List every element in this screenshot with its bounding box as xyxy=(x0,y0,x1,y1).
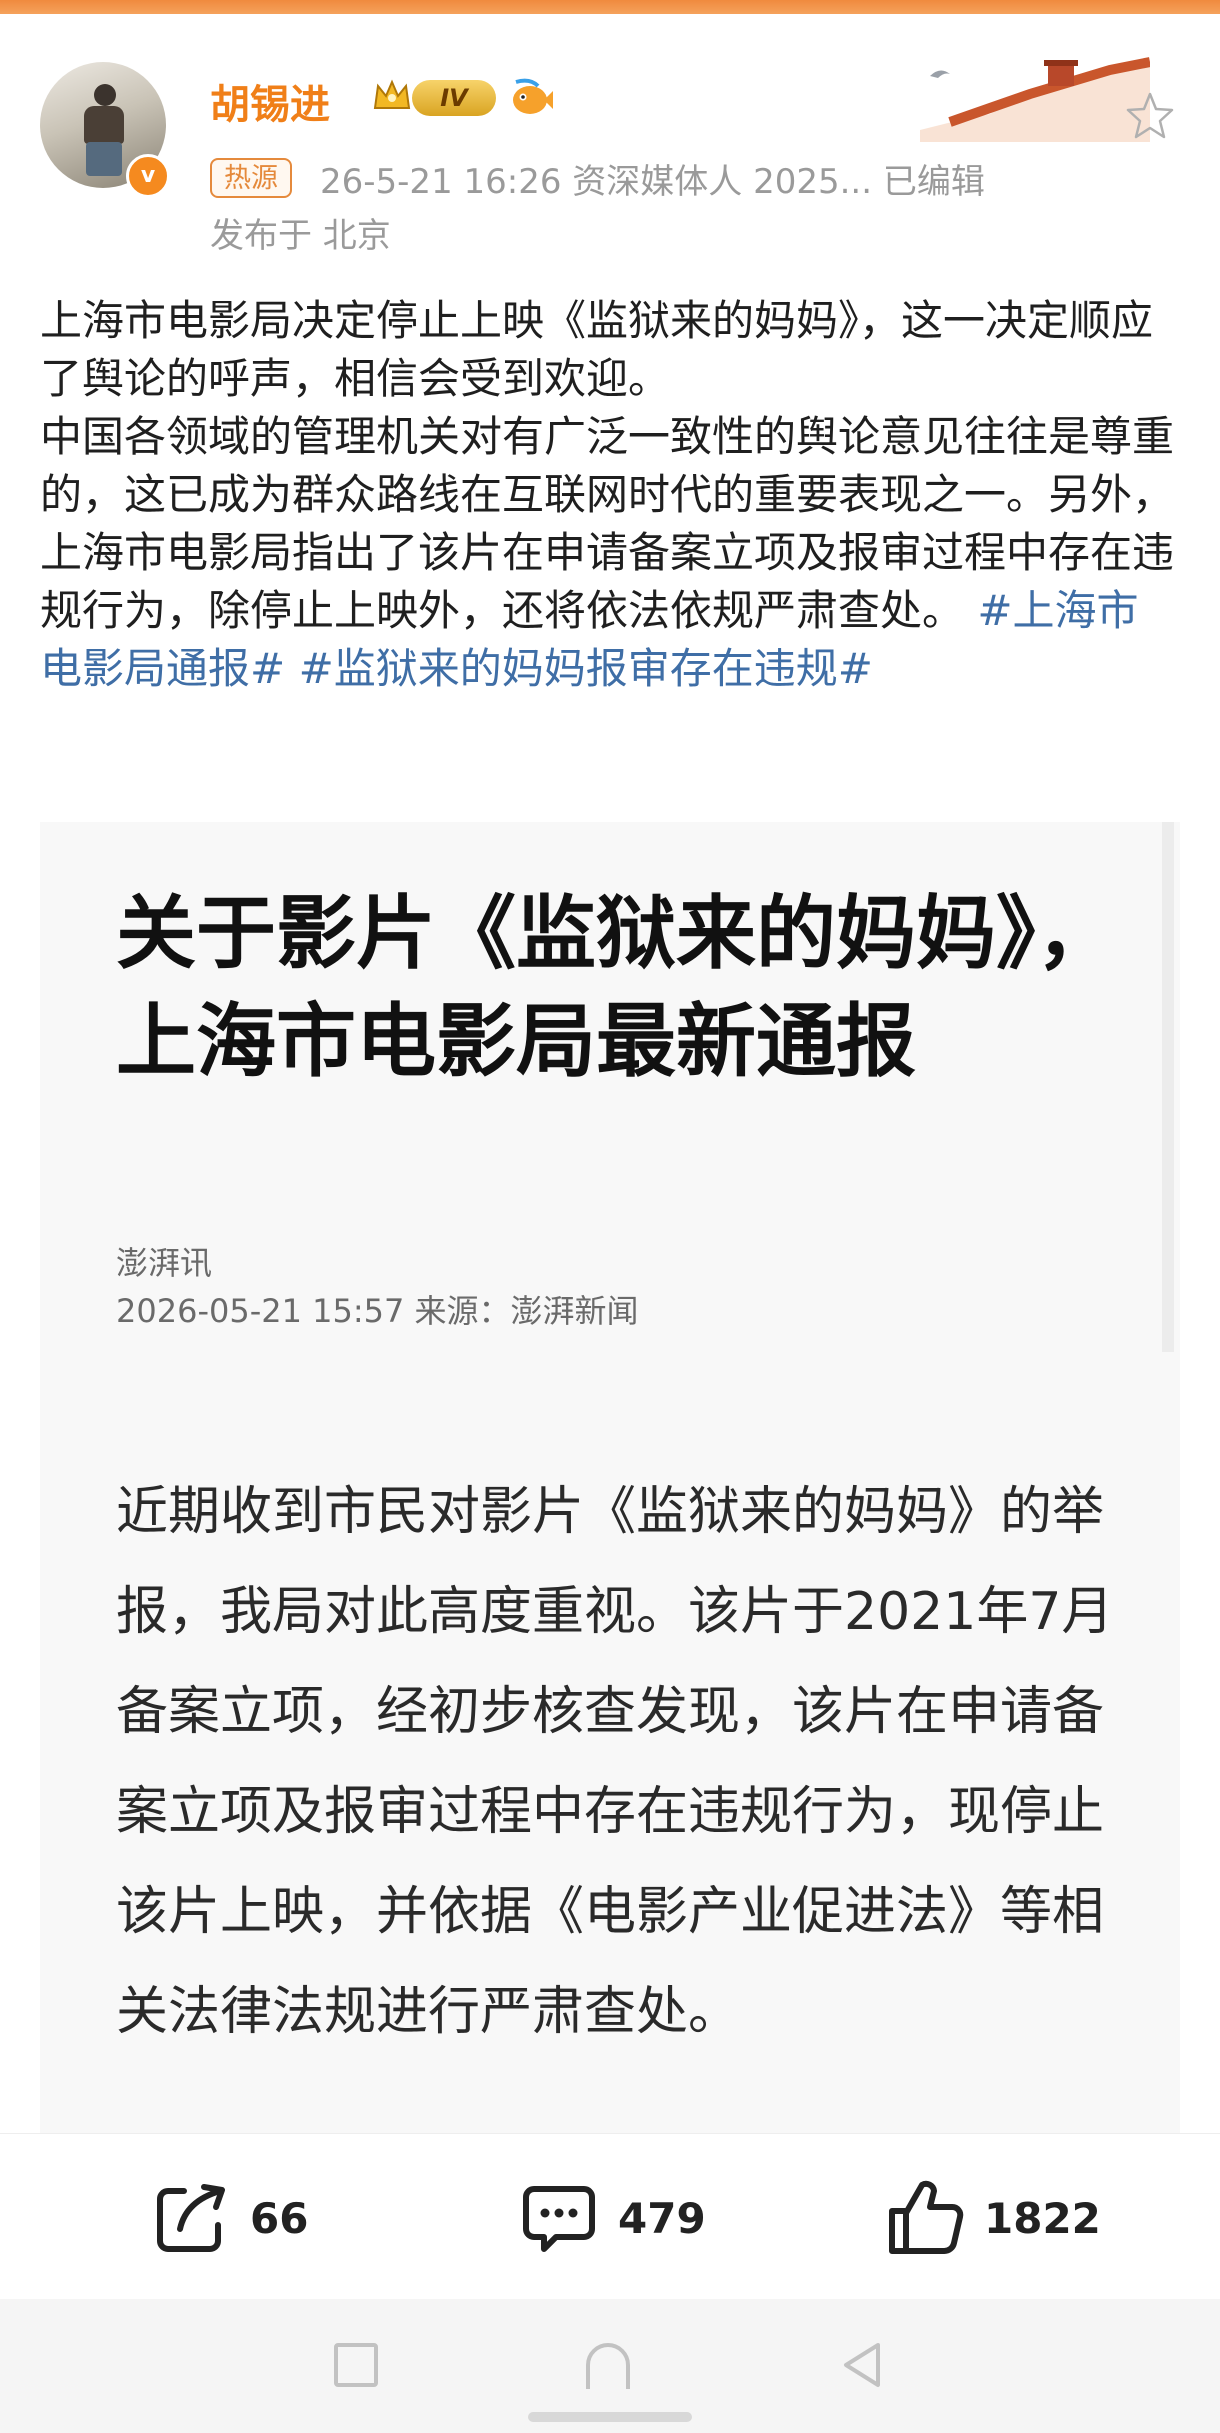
home-icon[interactable] xyxy=(578,2335,638,2395)
avatar-figure-body xyxy=(84,106,124,144)
verified-icon: v xyxy=(126,154,170,198)
hot-source-tag[interactable]: 热源 xyxy=(210,158,292,198)
great-wall-decoration-icon xyxy=(920,57,1150,142)
level-badge[interactable]: IV xyxy=(412,80,496,116)
article-source: 澎湃讯 xyxy=(116,1244,213,1282)
embedded-screenshot[interactable]: 关于影片《监狱来的妈妈》，上海市电影局最新通报 澎湃讯 2026-05-21 1… xyxy=(40,822,1180,2133)
post-location: 发布于 北京 xyxy=(210,216,391,256)
status-bar-strip xyxy=(0,0,1220,14)
post-paragraph-2: 中国各领域的管理机关对有广泛一致性的舆论意见往往是尊重的，这已成为群众路线在互联… xyxy=(40,408,1180,698)
favorite-star-icon[interactable] xyxy=(1124,90,1176,142)
thumbs-up-icon xyxy=(889,2180,964,2254)
article-title: 关于影片《监狱来的妈妈》，上海市电影局最新通报 xyxy=(116,887,1116,1088)
article-meta: 2026-05-21 15:57 来源：澎湃新闻 xyxy=(116,1292,639,1330)
post-card: v 胡锡进 IV 热源 26-5-21 16:26 资深媒体人 2025... … xyxy=(0,14,1220,2133)
post-body: 上海市电影局决定停止上映《监狱来的妈妈》，这一决定顺应了舆论的呼声，相信会受到欢… xyxy=(40,292,1180,698)
hashtag-link[interactable]: #监狱来的妈妈报审存在违规# xyxy=(299,644,873,693)
comment-button[interactable]: 479 xyxy=(518,2178,706,2258)
avatar-figure-legs xyxy=(86,142,122,176)
home-indicator[interactable] xyxy=(528,2412,692,2422)
recents-icon[interactable] xyxy=(326,2335,386,2395)
like-count: 1822 xyxy=(984,2193,1101,2243)
embed-scrollbar xyxy=(1162,822,1174,1352)
fan-badge-icon[interactable] xyxy=(508,78,554,118)
crown-icon xyxy=(373,79,411,109)
like-button[interactable]: 1822 xyxy=(884,2178,1101,2258)
post-meta: 26-5-21 16:26 资深媒体人 2025... 已编辑 xyxy=(320,162,985,202)
username[interactable]: 胡锡进 xyxy=(210,72,330,130)
comment-count: 479 xyxy=(618,2193,706,2243)
share-count: 66 xyxy=(250,2193,309,2243)
share-button[interactable]: 66 xyxy=(150,2178,308,2258)
article-body: 近期收到市民对影片《监狱来的妈妈》的举报，我局对此高度重视。该片于2021年7月… xyxy=(116,1482,1114,2042)
action-bar: 66 479 1822 xyxy=(0,2133,1220,2300)
share-icon xyxy=(157,2184,225,2252)
back-icon[interactable] xyxy=(832,2335,892,2395)
comment-icon xyxy=(523,2186,595,2252)
post-paragraph-1: 上海市电影局决定停止上映《监狱来的妈妈》，这一决定顺应了舆论的呼声，相信会受到欢… xyxy=(40,296,1154,403)
avatar-figure-head xyxy=(94,84,116,106)
